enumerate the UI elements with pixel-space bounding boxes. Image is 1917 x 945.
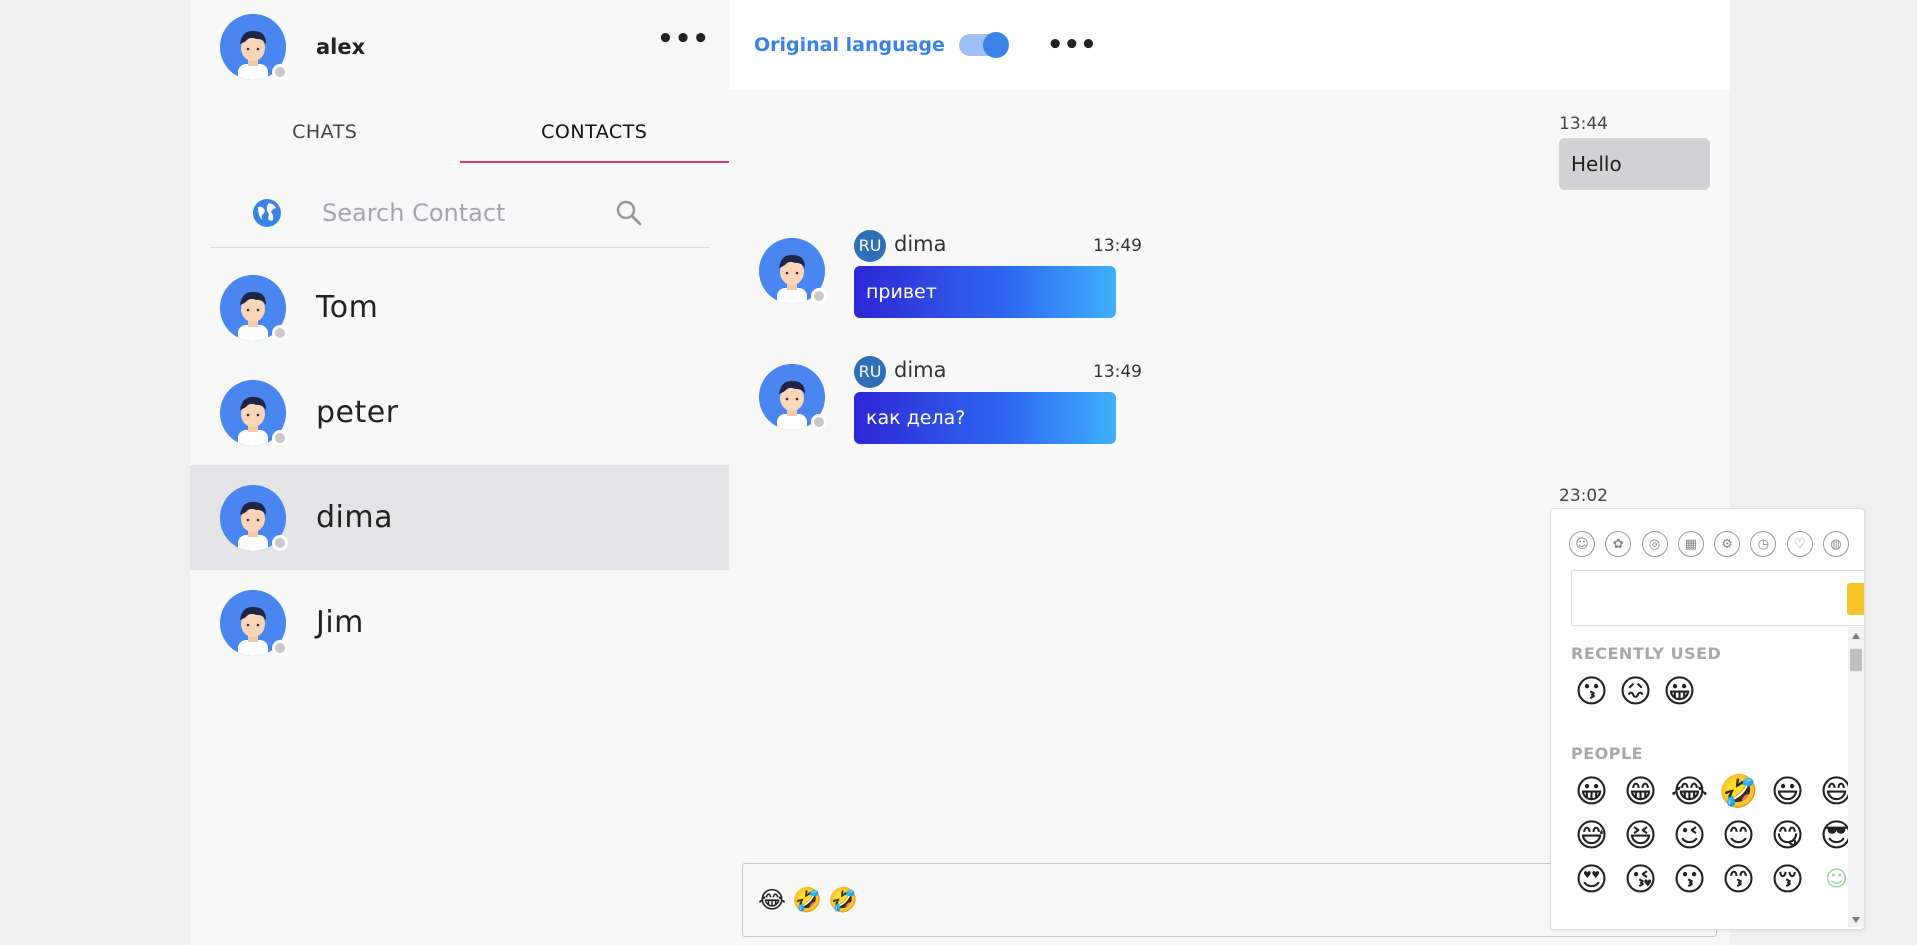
sidebar: alex ••• CHATS CONTACTS Search Contact T… (190, 0, 729, 945)
current-user: alex ••• (220, 14, 710, 80)
sender-name: dima (894, 232, 947, 256)
original-language-toggle[interactable] (958, 32, 1009, 58)
message-time: 23:02 (1559, 486, 1608, 506)
status-dot (811, 288, 827, 304)
contact-name: peter (316, 395, 399, 430)
scroll-up-icon[interactable] (1852, 633, 1860, 639)
contact-item[interactable]: peter (190, 360, 729, 465)
tab-contacts[interactable]: CONTACTS (459, 113, 729, 163)
status-dot (272, 639, 288, 656)
message-time: 13:44 (1559, 114, 1608, 134)
incoming-bubble: привет (854, 266, 1116, 318)
avatar[interactable] (220, 14, 288, 80)
original-language-label: Original language (754, 34, 945, 56)
contact-item[interactable]: Jim (190, 570, 729, 675)
contact-name: Jim (316, 605, 364, 640)
emoji[interactable]: 🤣 (1718, 771, 1759, 812)
food-icon[interactable]: ◎ (1641, 531, 1668, 557)
objects-icon[interactable]: ◷ (1750, 531, 1777, 557)
globe-icon[interactable] (252, 198, 282, 228)
emoji[interactable]: 😂 (1669, 771, 1710, 812)
emoji[interactable]: 😃 (1767, 771, 1808, 812)
avatar (220, 379, 288, 446)
search-bar (210, 178, 710, 248)
emoji[interactable]: 😆 (1620, 815, 1661, 856)
avatar (759, 364, 827, 430)
emoji[interactable]: 😁 (1620, 771, 1661, 812)
status-dot (272, 429, 288, 446)
contact-name: dima (316, 500, 393, 535)
recently-used-row: 😗 😖 😀 (1571, 671, 1700, 712)
recently-used-title: RECENTLY USED (1571, 644, 1722, 663)
emoji[interactable]: 😖 (1615, 671, 1656, 712)
emoji[interactable]: 😉 (1669, 815, 1710, 856)
activity-icon[interactable]: ▦ (1677, 531, 1704, 557)
emoji[interactable]: 😀 (1571, 771, 1612, 812)
emoji-search-marker (1847, 583, 1864, 615)
emoji[interactable]: 😙 (1718, 859, 1759, 900)
language-badge: RU (854, 230, 886, 262)
incoming-message: RU dima 13:49 как дела? (759, 356, 1142, 446)
avatar (220, 274, 288, 341)
tab-chats[interactable]: CHATS (190, 113, 460, 163)
more-menu-icon[interactable]: ••• (657, 26, 710, 52)
avatar (220, 589, 288, 656)
symbols-icon[interactable]: ♡ (1786, 531, 1813, 557)
search-input[interactable] (322, 198, 602, 227)
picker-scrollbar[interactable] (1848, 627, 1864, 927)
message-time: 13:49 (1093, 362, 1142, 382)
contact-item[interactable]: Tom (190, 255, 729, 360)
nature-icon[interactable]: ✿ (1605, 531, 1632, 557)
search-icon[interactable] (614, 198, 644, 228)
message-time: 13:49 (1093, 236, 1142, 256)
scroll-thumb[interactable] (1850, 649, 1862, 671)
tab-bar: CHATS CONTACTS (190, 113, 729, 163)
emoji-category-bar: ☺ ✿ ◎ ▦ ⚙ ◷ ♡ ◍ (1569, 531, 1849, 557)
contact-name: Tom (316, 290, 379, 325)
scroll-down-icon[interactable] (1852, 917, 1860, 923)
status-dot (272, 64, 288, 80)
outgoing-message: Hello (1559, 138, 1710, 190)
incoming-bubble: как дела? (854, 392, 1116, 444)
language-badge: RU (854, 356, 886, 388)
contact-list: Tom peter dima Jim (190, 255, 729, 675)
composer-emoji: 😂 (758, 886, 787, 914)
people-title: PEOPLE (1571, 744, 1644, 763)
avatar (220, 484, 288, 551)
incoming-message: RU dima 13:49 привет (759, 230, 1142, 320)
emoji[interactable]: 😗 (1669, 859, 1710, 900)
chat-header: Original language ••• (729, 0, 1730, 90)
emoji[interactable]: 😅 (1571, 815, 1612, 856)
avatar (759, 238, 827, 304)
emoji-row: 😀 😁 😂 🤣 😃 😄 (1571, 771, 1857, 812)
emoji[interactable]: 😋 (1767, 815, 1808, 856)
toggle-knob (982, 32, 1009, 58)
emoji[interactable]: 😍 (1571, 859, 1612, 900)
emoji[interactable]: 😀 (1659, 671, 1700, 712)
composer-emoji: 🤣 (792, 886, 822, 914)
people-icon[interactable]: ☺ (1569, 531, 1595, 557)
emoji[interactable]: 😘 (1620, 859, 1661, 900)
sender-name: dima (894, 358, 947, 382)
user-name: alex (316, 35, 366, 59)
status-dot (272, 324, 288, 341)
contact-item-selected[interactable]: dima (190, 465, 729, 570)
status-dot (272, 534, 288, 551)
composer-emoji: 🤣 (827, 886, 858, 914)
status-dot (811, 414, 827, 430)
more-menu-icon[interactable]: ••• (1047, 32, 1097, 58)
travel-icon[interactable]: ⚙ (1714, 531, 1741, 557)
emoji-row: 😍 😘 😗 😙 😚 ☺ (1571, 859, 1857, 900)
emoji[interactable]: 😊 (1718, 815, 1759, 856)
emoji[interactable]: 😗 (1571, 671, 1612, 712)
flags-icon[interactable]: ◍ (1822, 531, 1849, 557)
emoji[interactable]: 😚 (1767, 859, 1808, 900)
emoji-search-input[interactable] (1571, 570, 1864, 626)
emoji-picker: ☺ ✿ ◎ ▦ ⚙ ◷ ♡ ◍ RECENTLY USED 😗 😖 😀 PEOP… (1550, 508, 1865, 930)
emoji-row: 😅 😆 😉 😊 😋 😎 (1571, 815, 1857, 856)
